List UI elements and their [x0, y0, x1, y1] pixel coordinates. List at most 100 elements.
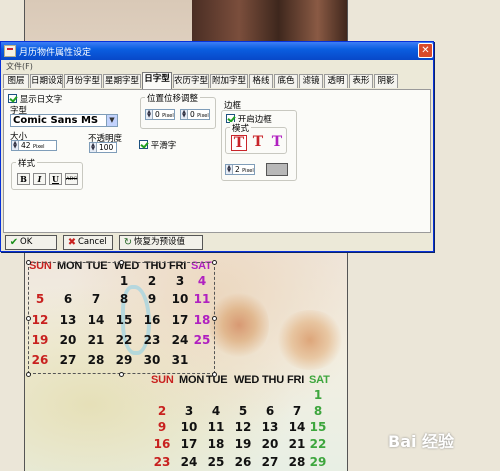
day-cell: 19 — [234, 437, 252, 451]
mode-group: 模式 T T T — [225, 122, 287, 154]
smooth-text-checkbox[interactable] — [139, 140, 148, 149]
border-mode-outline-icon[interactable]: T — [231, 135, 247, 151]
refresh-icon: ↻ — [123, 237, 133, 248]
opacity-spinner[interactable]: ▲ ▼ 100 — [89, 142, 117, 153]
flower-decoration — [209, 290, 269, 360]
border-width-unit: Pixel — [242, 168, 254, 174]
resize-handle[interactable] — [212, 316, 217, 321]
spinner-arrows-icon[interactable]: ▲ ▼ — [181, 110, 188, 119]
resize-handle[interactable] — [26, 260, 31, 265]
spinner-arrows-icon[interactable]: ▲ ▼ — [12, 141, 19, 150]
day-cell: 16 — [153, 437, 171, 451]
resize-handle[interactable] — [212, 260, 217, 265]
day-cell: 15 — [309, 420, 327, 434]
show-day-text-checkbox[interactable] — [8, 94, 17, 103]
border-mode-glow-icon[interactable]: T — [269, 135, 285, 151]
menu-file[interactable]: 文件(F) — [6, 61, 33, 72]
weekday-header: SAT — [309, 374, 330, 386]
day-cell: 18 — [207, 437, 225, 451]
resize-handle[interactable] — [119, 372, 124, 377]
offset-y-spinner[interactable]: ▲ ▼ 0 Pixel — [180, 109, 210, 120]
chevron-down-icon[interactable]: ▼ — [106, 115, 117, 126]
tab-1[interactable]: 图层 — [3, 74, 29, 88]
day-cell: 27 — [261, 455, 279, 469]
day-cell: 10 — [180, 420, 198, 434]
bold-button[interactable]: B — [17, 173, 30, 185]
day-cell: 7 — [292, 404, 302, 418]
calendar-icon — [4, 45, 16, 57]
day-cell: 9 — [157, 420, 167, 434]
spinner-arrows-icon[interactable]: ▲ ▼ — [226, 165, 233, 174]
style-group-title: 样式 — [16, 157, 38, 169]
tab-8[interactable]: 格线 — [249, 74, 273, 88]
size-value: 42 — [21, 141, 31, 150]
day-cell: 2 — [157, 404, 167, 418]
tab-7[interactable]: 附加字型 — [210, 74, 248, 88]
tab-9[interactable]: 底色 — [274, 74, 298, 88]
position-offset-group: 位置位移调整 ▲ ▼ 0 Pixel ▲ ▼ 0 Pixel — [140, 92, 216, 129]
day-cell: 14 — [288, 420, 306, 434]
day-cell: 26 — [234, 455, 252, 469]
italic-button[interactable]: I — [33, 173, 46, 185]
day-cell: 1 — [313, 388, 323, 402]
day-cell: 20 — [261, 437, 279, 451]
position-offset-title: 位置位移调整 — [145, 92, 201, 104]
tab-11[interactable]: 透明 — [324, 74, 348, 88]
calendar-properties-dialog[interactable]: 月历物件属性设定 ✕ 文件(F) 图层 日期设定 月份字型 星期字型 日字型 农历字型 附加… — [0, 41, 434, 252]
tab-5[interactable]: 日字型 — [142, 72, 172, 89]
day-cell: 6 — [265, 404, 275, 418]
font-select-value: Comic Sans MS — [13, 115, 99, 126]
border-group: 开启边框 模式 T T T ▲ ▼ 2 Pixel — [221, 110, 297, 181]
font-select[interactable]: Comic Sans MS ▼ — [10, 114, 118, 127]
weekday-header: THU — [262, 374, 285, 386]
close-button[interactable]: ✕ — [418, 43, 433, 58]
reset-defaults-button[interactable]: ↻ 恢复为预设值 — [119, 235, 203, 250]
tab-12[interactable]: 表形 — [349, 74, 373, 88]
offset-x-spinner[interactable]: ▲ ▼ 0 Pixel — [145, 109, 175, 120]
day-cell: 23 — [153, 455, 171, 469]
day-cell: 8 — [313, 404, 323, 418]
size-spinner[interactable]: ▲ ▼ 42 Pixel — [11, 140, 57, 151]
border-width-spinner[interactable]: ▲ ▼ 2 Pixel — [225, 164, 255, 175]
smooth-text-label: 平滑字 — [150, 141, 177, 151]
strikethrough-button[interactable]: ABC — [65, 173, 78, 185]
resize-handle[interactable] — [26, 372, 31, 377]
day-cell: 24 — [180, 455, 198, 469]
tab-2[interactable]: 日期设定 — [30, 74, 63, 88]
underline-button[interactable]: U — [49, 173, 62, 185]
border-color-swatch[interactable] — [266, 163, 288, 176]
spinner-arrows-icon[interactable]: ▲ ▼ — [90, 143, 97, 152]
ok-button[interactable]: ✔ OK — [5, 235, 57, 250]
ok-label: OK — [20, 237, 33, 247]
baidu-watermark: Bai 经验 — [388, 432, 455, 451]
tab-strip: 图层 日期设定 月份字型 星期字型 日字型 农历字型 附加字型 格线 底色 滤镜 透明 表形 阴影 — [3, 72, 431, 89]
smooth-text-row[interactable]: 平滑字 — [139, 139, 176, 151]
tab-panel-day-font: 显示日文字 字型 Comic Sans MS ▼ 大小 ▲ ▼ 42 Pixel … — [3, 89, 431, 233]
tab-10[interactable]: 滤镜 — [299, 74, 323, 88]
mode-title: 模式 — [230, 122, 252, 134]
cancel-button[interactable]: ✖ Cancel — [63, 235, 113, 250]
day-cell: 3 — [184, 404, 194, 418]
weekday-header: FRI — [287, 374, 305, 386]
resize-handle[interactable] — [26, 316, 31, 321]
resize-handle[interactable] — [212, 372, 217, 377]
tab-13[interactable]: 阴影 — [374, 74, 398, 88]
day-cell: 4 — [211, 404, 221, 418]
flower-decoration — [275, 310, 345, 370]
tab-6[interactable]: 农历字型 — [173, 74, 209, 88]
tab-3[interactable]: 月份字型 — [64, 74, 102, 88]
resize-handle[interactable] — [119, 260, 124, 265]
weekday-header: SUN — [151, 374, 174, 386]
size-unit: Pixel — [32, 144, 45, 150]
border-mode-shadow-icon[interactable]: T — [250, 135, 266, 151]
tab-4[interactable]: 星期字型 — [103, 74, 141, 88]
cancel-label: Cancel — [78, 237, 107, 247]
reset-defaults-label: 恢复为预设值 — [134, 237, 186, 247]
day-cell: 28 — [288, 455, 306, 469]
photo-background-top — [192, 0, 347, 46]
selection-frame[interactable] — [28, 262, 215, 374]
dialog-title: 月历物件属性设定 — [19, 48, 92, 58]
spinner-arrows-icon[interactable]: ▲ ▼ — [146, 110, 153, 119]
offset-x-value: 0 — [155, 110, 160, 119]
dialog-titlebar[interactable]: 月历物件属性设定 ✕ — [1, 42, 433, 60]
